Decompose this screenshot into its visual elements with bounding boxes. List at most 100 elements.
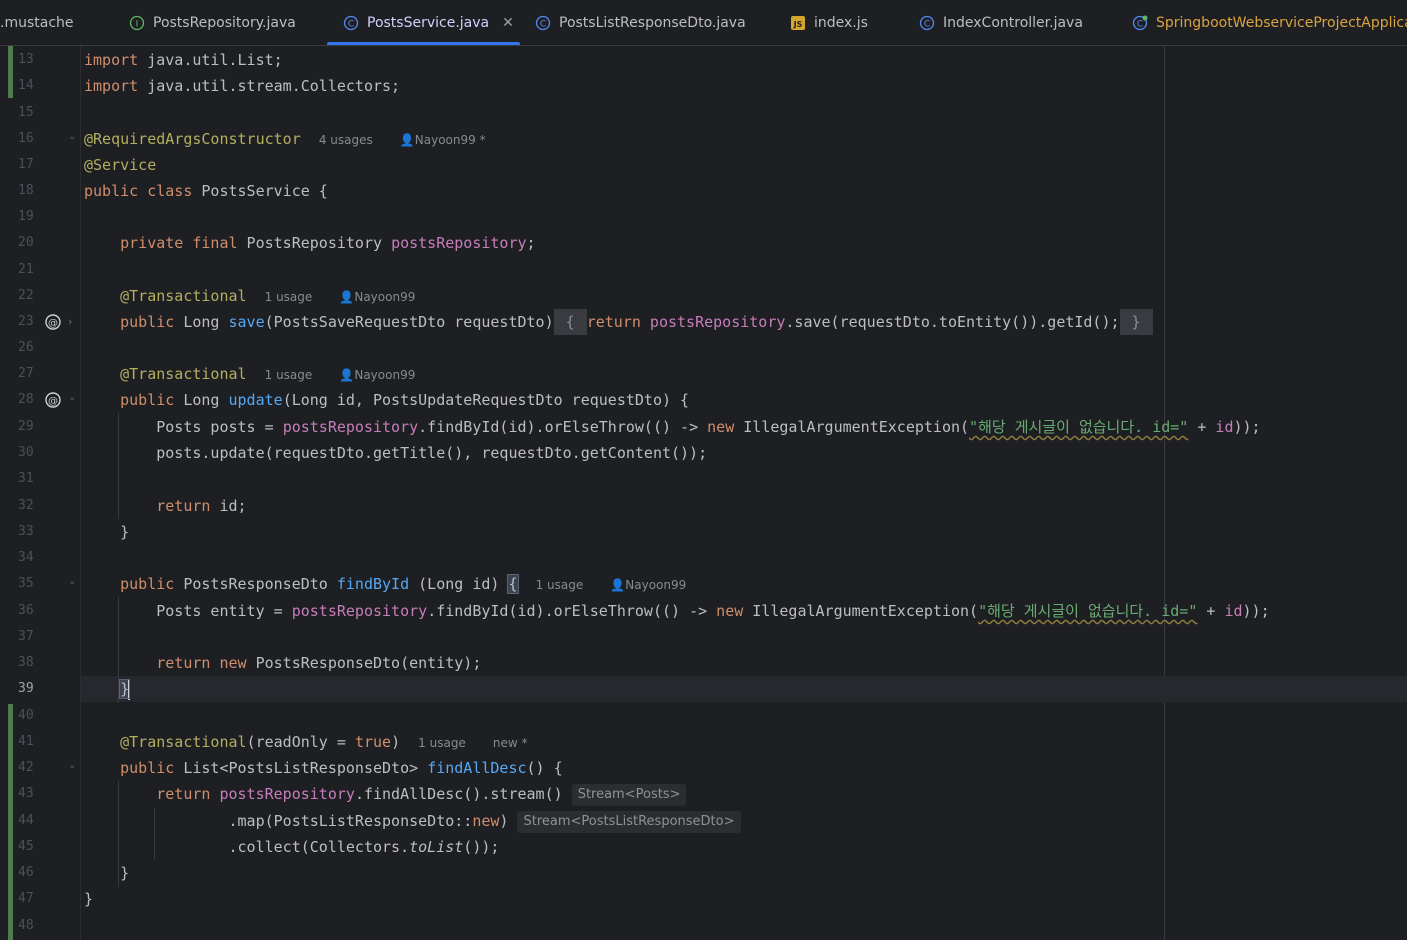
code-line: 43 return postsRepository.findAllDesc().… [0, 781, 1407, 807]
line-number: 40 [18, 708, 34, 723]
line-number: 36 [18, 603, 34, 618]
chevron-right-icon[interactable]: › [68, 315, 72, 328]
code-line: 21 [0, 257, 1407, 283]
line-number: 44 [18, 813, 34, 828]
svg-text:@: @ [48, 396, 58, 407]
interface-icon: I [129, 15, 145, 31]
code-text: public class PostsService { [84, 182, 328, 200]
code-text: @Service [84, 156, 157, 174]
fold-icon[interactable]: ⌄ [68, 576, 76, 587]
code-text: public List<PostsListResponseDto> findAl… [120, 759, 563, 777]
code-text: return new PostsResponseDto(entity); [156, 654, 482, 672]
code-line: 30 posts.update(requestDto.getTitle(), r… [0, 440, 1407, 466]
author-hint[interactable]: Nayoon99 [354, 290, 415, 304]
code-text: } [119, 679, 131, 700]
class-icon: C [535, 15, 551, 31]
code-line: 48 [0, 913, 1407, 939]
author-icon: 👤 [339, 368, 355, 382]
author-hint[interactable]: new * [493, 736, 528, 750]
implementation-icon[interactable]: @ [44, 391, 62, 409]
tab-label: PostsService.java [367, 15, 490, 31]
fold-icon[interactable]: ⌄ [68, 131, 76, 142]
code-line: 32 return id; [0, 493, 1407, 519]
code-line: 28 @ ⌄ public Long update(Long id, Posts… [0, 387, 1407, 413]
line-number: 45 [18, 839, 34, 854]
line-number: 35 [18, 576, 34, 591]
svg-text:@: @ [48, 318, 58, 329]
fold-icon[interactable]: ⌄ [68, 392, 76, 403]
js-file-icon: JS [790, 15, 806, 31]
line-number: 41 [18, 734, 34, 749]
line-number: 19 [18, 209, 34, 224]
author-hint[interactable]: Nayoon99 [625, 578, 686, 592]
code-line: 13 import java.util.List; [0, 47, 1407, 73]
line-number: 20 [18, 235, 34, 250]
line-number: 39 [18, 681, 34, 696]
line-number: 18 [18, 183, 34, 198]
usages-hint[interactable]: 1 usage [265, 368, 313, 382]
line-number: 43 [18, 786, 34, 801]
code-editor[interactable]: 13 import java.util.List; 14 import java… [0, 46, 1407, 940]
line-number: 37 [18, 629, 34, 644]
editor-tab-bar: .mustache I PostsRepository.java C Posts… [0, 0, 1407, 46]
code-line: 42 ⌄ public List<PostsListResponseDto> f… [0, 755, 1407, 781]
code-text: } [84, 523, 130, 541]
code-text: public Long save(PostsSaveRequestDto req… [84, 309, 1153, 335]
tab-posts-list-response-dto[interactable]: C PostsListResponseDto.java [535, 0, 746, 45]
code-line: 44 .map(PostsListResponseDto::new) Strea… [0, 808, 1407, 834]
svg-text:C: C [924, 20, 930, 30]
author-hint[interactable]: Nayoon99 [354, 368, 415, 382]
code-line: 34 [0, 545, 1407, 571]
fold-icon[interactable]: ⌄ [68, 760, 76, 771]
line-number: 34 [18, 550, 34, 565]
code-line: 20 private final PostsRepository postsRe… [0, 230, 1407, 256]
line-number: 33 [18, 524, 34, 539]
usages-hint[interactable]: 1 usage [418, 736, 466, 750]
author-hint[interactable]: Nayoon99 * [415, 133, 486, 147]
code-line: 31 [0, 466, 1407, 492]
line-number: 32 [18, 498, 34, 513]
line-number: 22 [18, 288, 34, 303]
line-number: 46 [18, 865, 34, 880]
line-number: 47 [18, 891, 34, 906]
svg-text:C: C [1137, 20, 1143, 30]
code-line: 46 } [0, 860, 1407, 886]
usages-hint[interactable]: 1 usage [536, 578, 584, 592]
usages-hint[interactable]: 1 usage [265, 290, 313, 304]
tab-index-js[interactable]: JS index.js [790, 0, 868, 45]
code-line: 22 @Transactional 1 usage 👤Nayoon99 [0, 283, 1407, 309]
tab-mustache[interactable]: .mustache [0, 0, 74, 45]
line-number: 38 [18, 655, 34, 670]
usages-hint[interactable]: 4 usages [319, 133, 373, 147]
code-text: return id; [156, 497, 247, 515]
code-text: @RequiredArgsConstructor 4 usages 👤Nayoo… [84, 130, 486, 148]
code-line: 27 @Transactional 1 usage 👤Nayoon99 [0, 361, 1407, 387]
class-icon: C [343, 15, 359, 31]
tab-posts-repository[interactable]: I PostsRepository.java [129, 0, 296, 45]
tab-springboot-application[interactable]: C SpringbootWebserviceProjectApplica [1132, 0, 1407, 45]
type-inlay-hint: Stream<PostsListResponseDto> [517, 810, 741, 833]
line-number: 26 [18, 340, 34, 355]
class-icon: C [919, 15, 935, 31]
code-text: return postsRepository.findAllDesc().str… [84, 781, 687, 807]
svg-text:C: C [540, 20, 546, 30]
implementation-icon[interactable]: @ [44, 313, 62, 331]
close-icon[interactable]: ✕ [502, 15, 514, 31]
line-number: 14 [18, 78, 34, 93]
author-icon: 👤 [339, 290, 355, 304]
svg-text:I: I [136, 20, 139, 30]
code-text: posts.update(requestDto.getTitle(), requ… [84, 444, 708, 462]
line-number: 30 [18, 445, 34, 460]
line-number: 16 [18, 131, 34, 146]
tab-index-controller[interactable]: C IndexController.java [919, 0, 1083, 45]
tab-label: PostsRepository.java [153, 15, 296, 31]
line-number: 21 [18, 262, 34, 277]
code-line: 45 .collect(Collectors.toList()); [0, 834, 1407, 860]
code-line: 16 ⌄ @RequiredArgsConstructor 4 usages 👤… [0, 126, 1407, 152]
code-line-current: 39 } [0, 676, 1407, 702]
tab-posts-service[interactable]: C PostsService.java ✕ [327, 0, 520, 45]
code-text: @Transactional(readOnly = true) 1 usage … [120, 733, 528, 751]
code-line: 29 Posts posts = postsRepository.findByI… [0, 414, 1407, 440]
code-line: 26 [0, 335, 1407, 361]
tab-label: PostsListResponseDto.java [559, 15, 746, 31]
